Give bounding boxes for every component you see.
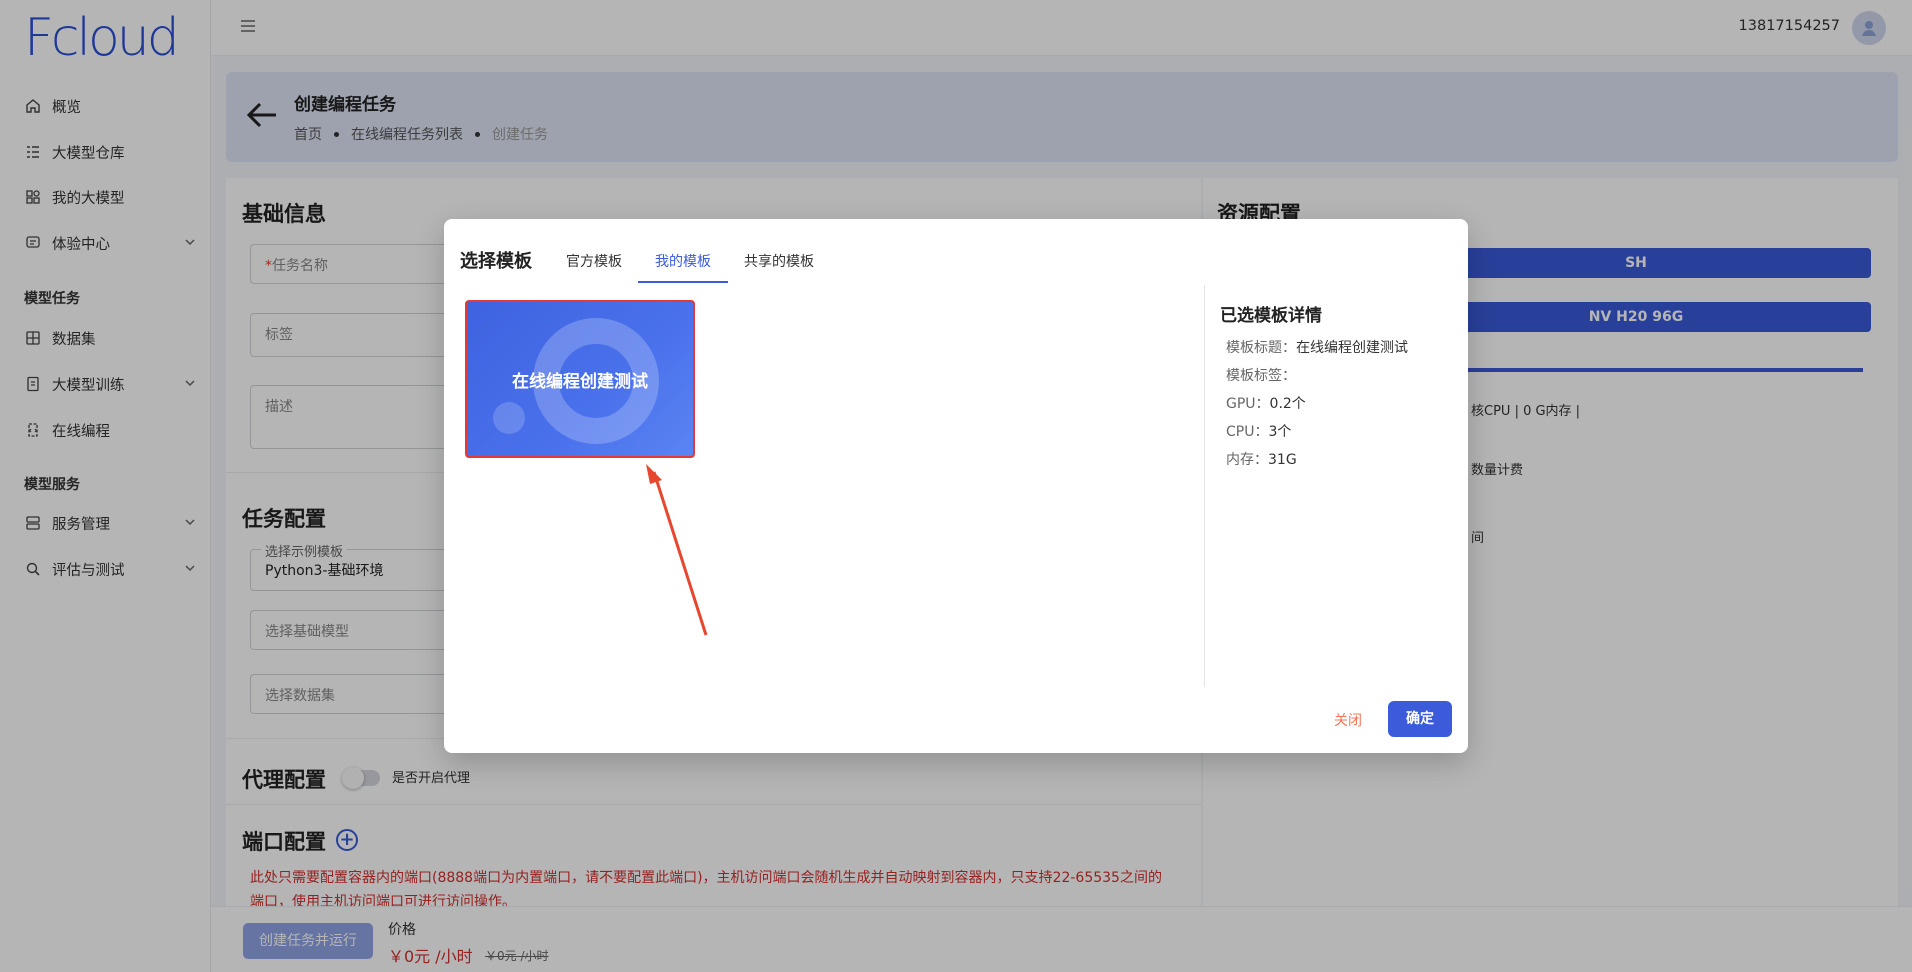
tab-shared-templates[interactable]: 共享的模板	[744, 251, 814, 271]
detail-row-memory: 内存：31G	[1226, 449, 1297, 469]
detail-row-title: 模板标题：在线编程创建测试	[1226, 337, 1408, 357]
select-template-dialog: 选择模板 官方模板 我的模板 共享的模板 在线编程创建测试 已选模板详情 模板标…	[444, 219, 1468, 753]
dialog-divider	[1204, 285, 1205, 687]
selected-template-detail-title: 已选模板详情	[1220, 306, 1322, 326]
detail-value: 0.2个	[1269, 396, 1306, 412]
template-card-label: 在线编程创建测试	[512, 371, 648, 392]
detail-value: 在线编程创建测试	[1296, 340, 1408, 356]
detail-value: 31G	[1268, 452, 1297, 468]
active-tab-indicator	[638, 281, 728, 283]
detail-key: 内存：	[1226, 452, 1268, 468]
detail-row-tags: 模板标签：	[1226, 365, 1296, 385]
detail-key: GPU：	[1226, 396, 1270, 412]
detail-key: 模板标签：	[1226, 368, 1296, 384]
tab-my-templates[interactable]: 我的模板	[655, 251, 711, 271]
detail-row-gpu: GPU：0.2个	[1226, 393, 1306, 413]
template-card[interactable]: 在线编程创建测试	[465, 300, 695, 458]
detail-key: CPU：	[1226, 424, 1269, 440]
annotation-arrow-icon	[646, 464, 708, 636]
confirm-button[interactable]: 确定	[1388, 701, 1452, 737]
tab-official-templates[interactable]: 官方模板	[566, 251, 622, 271]
detail-value: 3个	[1268, 424, 1292, 440]
detail-row-cpu: CPU：3个	[1226, 421, 1291, 441]
dialog-title: 选择模板	[460, 251, 532, 272]
detail-key: 模板标题：	[1226, 340, 1296, 356]
close-button[interactable]: 关闭	[1334, 710, 1362, 730]
